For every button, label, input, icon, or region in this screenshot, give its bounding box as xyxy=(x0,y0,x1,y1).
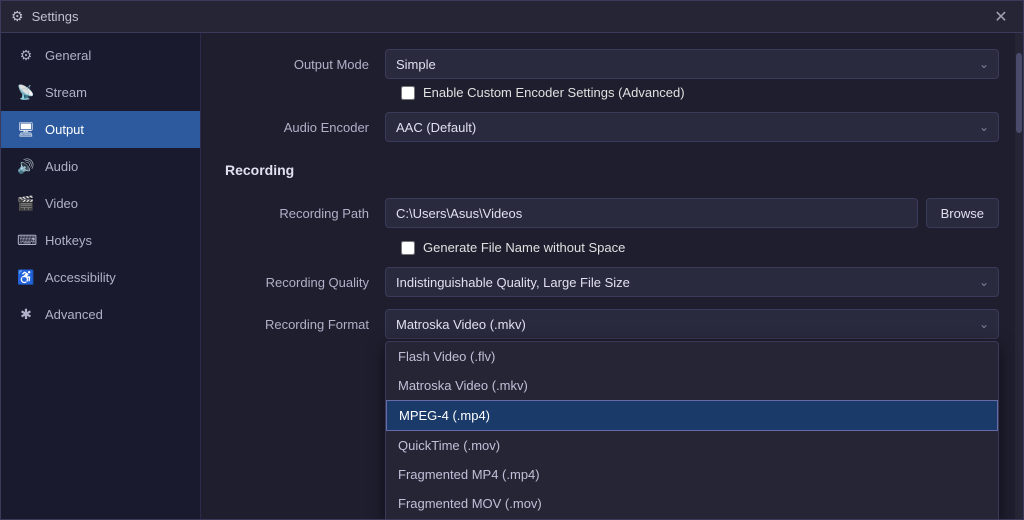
recording-format-dropdown: Flash Video (.flv)Matroska Video (.mkv)M… xyxy=(385,341,999,519)
window-title: Settings xyxy=(32,9,79,24)
recording-format-control: Matroska Video (.mkv) Flash Video (.flv)… xyxy=(385,309,999,339)
scrollbar-thumb[interactable] xyxy=(1016,53,1022,133)
dropdown-item-ts[interactable]: MPEG-TS (.ts) xyxy=(386,518,998,519)
sidebar-label-general: General xyxy=(45,48,91,63)
video-icon: 🎬 xyxy=(17,195,35,212)
generate-filename-row: Generate File Name without Space xyxy=(401,240,999,255)
dropdown-item-mp4[interactable]: MPEG-4 (.mp4) xyxy=(386,400,998,431)
audio-encoder-label: Audio Encoder xyxy=(225,120,385,135)
advanced-icon: ✱ xyxy=(17,306,35,323)
titlebar-left: ⚙ Settings xyxy=(11,8,79,25)
recording-path-label: Recording Path xyxy=(225,206,385,221)
recording-format-label: Recording Format xyxy=(225,317,385,332)
output-mode-row: Output Mode Simple xyxy=(225,49,999,79)
hotkeys-icon: ⌨ xyxy=(17,232,35,249)
recording-format-select-wrapper: Matroska Video (.mkv) xyxy=(385,309,999,339)
recording-path-input[interactable] xyxy=(385,198,918,228)
scrollbar[interactable] xyxy=(1015,33,1023,519)
output-mode-label: Output Mode xyxy=(225,57,385,72)
close-button[interactable]: ✕ xyxy=(989,5,1013,29)
output-mode-control: Simple xyxy=(385,49,999,79)
sidebar-item-general[interactable]: ⚙ General xyxy=(1,37,200,74)
dropdown-item-fmov[interactable]: Fragmented MOV (.mov) xyxy=(386,489,998,518)
stream-icon: 📡 xyxy=(17,84,35,101)
sidebar: ⚙ General 📡 Stream 🖥 Output 🔊 Audio 🎬 Vi… xyxy=(1,33,201,519)
dropdown-item-mov[interactable]: QuickTime (.mov) xyxy=(386,431,998,460)
output-mode-select[interactable]: Simple xyxy=(385,49,999,79)
sidebar-item-audio[interactable]: 🔊 Audio xyxy=(1,148,200,185)
sidebar-item-accessibility[interactable]: ♿ Accessibility xyxy=(1,259,200,296)
sidebar-item-advanced[interactable]: ✱ Advanced xyxy=(1,296,200,333)
gear-icon: ⚙ xyxy=(17,47,35,64)
recording-path-control: Browse xyxy=(385,198,999,228)
generate-filename-checkbox[interactable] xyxy=(401,241,415,255)
content-area: ⚙ General 📡 Stream 🖥 Output 🔊 Audio 🎬 Vi… xyxy=(1,33,1023,519)
recording-quality-select[interactable]: Indistinguishable Quality, Large File Si… xyxy=(385,267,999,297)
audio-encoder-row: Audio Encoder AAC (Default) xyxy=(225,112,999,142)
sidebar-item-stream[interactable]: 📡 Stream xyxy=(1,74,200,111)
settings-icon: ⚙ xyxy=(11,8,24,25)
sidebar-item-hotkeys[interactable]: ⌨ Hotkeys xyxy=(1,222,200,259)
custom-encoder-checkbox[interactable] xyxy=(401,86,415,100)
generate-filename-label: Generate File Name without Space xyxy=(423,240,625,255)
recording-section-header: Recording xyxy=(225,162,999,184)
output-icon: 🖥 xyxy=(17,121,35,138)
recording-quality-row: Recording Quality Indistinguishable Qual… xyxy=(225,267,999,297)
recording-format-select[interactable]: Matroska Video (.mkv) xyxy=(385,309,999,339)
dropdown-item-flv[interactable]: Flash Video (.flv) xyxy=(386,342,998,371)
sidebar-label-hotkeys: Hotkeys xyxy=(45,233,92,248)
recording-format-row: Recording Format Matroska Video (.mkv) F… xyxy=(225,309,999,339)
recording-quality-label: Recording Quality xyxy=(225,275,385,290)
dropdown-item-mkv[interactable]: Matroska Video (.mkv) xyxy=(386,371,998,400)
audio-encoder-control: AAC (Default) xyxy=(385,112,999,142)
sidebar-item-video[interactable]: 🎬 Video xyxy=(1,185,200,222)
sidebar-label-advanced: Advanced xyxy=(45,307,103,322)
dropdown-item-fmp4[interactable]: Fragmented MP4 (.mp4) xyxy=(386,460,998,489)
titlebar: ⚙ Settings ✕ xyxy=(1,1,1023,33)
recording-quality-control: Indistinguishable Quality, Large File Si… xyxy=(385,267,999,297)
main-content: Output Mode Simple Enable Custom Encoder… xyxy=(201,33,1023,519)
sidebar-label-output: Output xyxy=(45,122,84,137)
sidebar-label-audio: Audio xyxy=(45,159,78,174)
audio-icon: 🔊 xyxy=(17,158,35,175)
custom-encoder-label: Enable Custom Encoder Settings (Advanced… xyxy=(423,85,685,100)
recording-path-row: Recording Path Browse xyxy=(225,198,999,228)
settings-window: ⚙ Settings ✕ ⚙ General 📡 Stream 🖥 Output… xyxy=(0,0,1024,520)
browse-button[interactable]: Browse xyxy=(926,198,999,228)
sidebar-item-output[interactable]: 🖥 Output xyxy=(1,111,200,148)
sidebar-label-stream: Stream xyxy=(45,85,87,100)
custom-encoder-row: Enable Custom Encoder Settings (Advanced… xyxy=(401,85,999,100)
accessibility-icon: ♿ xyxy=(17,269,35,286)
sidebar-label-video: Video xyxy=(45,196,78,211)
sidebar-label-accessibility: Accessibility xyxy=(45,270,116,285)
audio-encoder-select[interactable]: AAC (Default) xyxy=(385,112,999,142)
